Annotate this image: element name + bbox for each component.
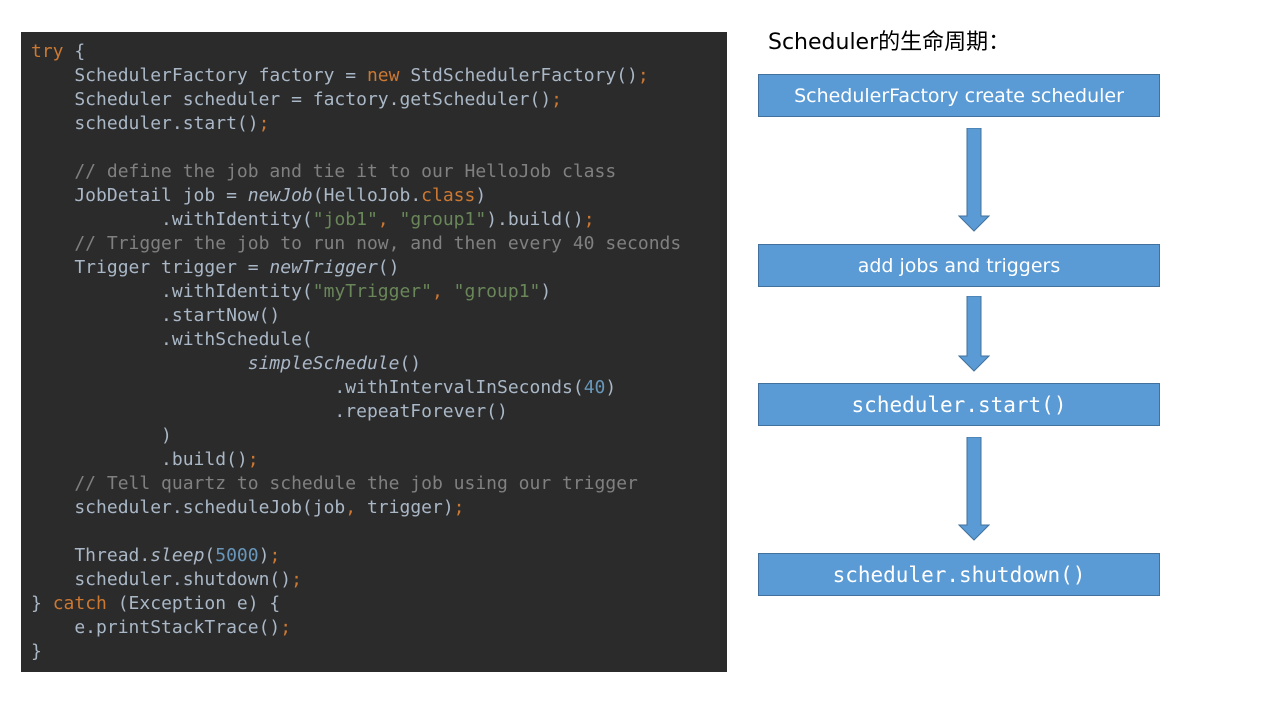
code-token: ) <box>605 377 617 398</box>
code-line: Thread.sleep(5000); <box>31 544 727 568</box>
code-line: .withSchedule( <box>31 328 727 352</box>
code-token: StdSchedulerFactory() <box>410 65 638 86</box>
code-line: Trigger trigger = newTrigger() <box>31 256 727 280</box>
step-scheduler-shutdown: scheduler.shutdown() <box>758 553 1160 596</box>
diagram-title: Scheduler的生命周期： <box>768 30 1011 55</box>
code-token: ; <box>258 113 270 134</box>
code-line: .withIdentity("myTrigger", "group1") <box>31 280 727 304</box>
code-line: ) <box>31 424 727 448</box>
code-token: ; <box>247 449 259 470</box>
code-token: .startNow() <box>31 305 281 326</box>
code-token: new <box>366 65 411 86</box>
code-token: newJob <box>247 185 313 206</box>
code-token: class <box>421 185 476 206</box>
code-token: ; <box>291 569 302 590</box>
code-token: .withIntervalInSeconds( <box>31 377 584 398</box>
code-line: scheduler.start(); <box>31 112 727 136</box>
code-token: (Exception e) { <box>117 593 281 614</box>
code-token: (HelloJob. <box>312 185 422 206</box>
code-token: Trigger trigger = <box>31 257 270 278</box>
code-token: catch <box>52 593 118 614</box>
step-scheduler-start: scheduler.start() <box>758 383 1160 426</box>
code-token: , <box>345 497 367 518</box>
code-token: ( <box>204 545 216 566</box>
code-token: "group1" <box>453 281 541 302</box>
code-line: .repeatForever() <box>31 400 727 424</box>
code-token: e.printStackTrace() <box>31 617 281 638</box>
code-token: SchedulerFactory factory = <box>31 65 367 86</box>
down-arrow-icon <box>958 128 990 232</box>
code-token: () <box>399 353 422 374</box>
code-token: Scheduler scheduler = factory.getSchedul… <box>31 89 552 110</box>
step-add-jobs-triggers: add jobs and triggers <box>758 244 1160 287</box>
code-token: .withIdentity( <box>31 209 313 230</box>
code-token: .withIdentity( <box>31 281 313 302</box>
code-line: simpleSchedule() <box>31 352 727 376</box>
code-token: () <box>377 257 400 278</box>
code-token: ) <box>475 185 487 206</box>
code-line: .startNow() <box>31 304 727 328</box>
code-panel: try { SchedulerFactory factory = new Std… <box>21 32 727 672</box>
code-token: 40 <box>583 377 606 398</box>
code-token: "group1" <box>399 209 487 230</box>
code-token: } <box>31 593 53 614</box>
code-token: ; <box>453 497 465 518</box>
code-token: .repeatForever() <box>31 401 508 422</box>
slide: try { SchedulerFactory factory = new Std… <box>0 0 1280 720</box>
code-token: try <box>31 41 75 62</box>
code-token: , <box>377 209 400 230</box>
code-token: ; <box>551 89 563 110</box>
code-token: scheduler.scheduleJob(job <box>31 497 346 518</box>
code-line: SchedulerFactory factory = new StdSchedu… <box>31 64 727 88</box>
code-line: // Trigger the job to run now, and then … <box>31 232 727 256</box>
code-line: Scheduler scheduler = factory.getSchedul… <box>31 88 727 112</box>
code-line: e.printStackTrace(); <box>31 616 727 640</box>
code-token: "myTrigger" <box>312 281 432 302</box>
code-token: Thread. <box>31 545 151 566</box>
code-token: ) <box>31 425 172 446</box>
code-token: 5000 <box>215 545 259 566</box>
down-arrow-icon <box>958 296 990 372</box>
code-token: sleep <box>150 545 205 566</box>
code-token: ; <box>269 545 281 566</box>
code-token: trigger) <box>366 497 454 518</box>
code-token: ).build() <box>486 209 584 230</box>
code-token: // Trigger the job to run now, and then … <box>31 233 682 254</box>
code-token: { <box>74 41 86 62</box>
code-line: try { <box>31 40 727 64</box>
code-token: // Tell quartz to schedule the job using… <box>31 473 638 494</box>
code-token: newTrigger <box>269 257 378 278</box>
code-token: ) <box>258 545 270 566</box>
code-token: , <box>431 281 454 302</box>
code-line: scheduler.scheduleJob(job, trigger); <box>31 496 727 520</box>
code-token: scheduler.start() <box>31 113 259 134</box>
code-token: simpleSchedule <box>247 353 400 374</box>
code-token: scheduler.shutdown() <box>31 569 292 590</box>
code-token: .build() <box>31 449 248 470</box>
code-token: ; <box>583 209 595 230</box>
code-token: ; <box>637 65 649 86</box>
code-token: "job1" <box>312 209 378 230</box>
down-arrow-icon <box>958 437 990 541</box>
code-token: ) <box>540 281 552 302</box>
code-token: } <box>31 641 42 662</box>
code-token: JobDetail job = <box>31 185 248 206</box>
code-token: .withSchedule( <box>31 329 313 350</box>
code-line: .withIdentity("job1", "group1").build(); <box>31 208 727 232</box>
code-line: } catch (Exception e) { <box>31 592 727 616</box>
code-line: JobDetail job = newJob(HelloJob.class) <box>31 184 727 208</box>
code-line: .withIntervalInSeconds(40) <box>31 376 727 400</box>
code-token: ; <box>280 617 292 638</box>
step-create-scheduler: SchedulerFactory create scheduler <box>758 74 1160 117</box>
code-token: // define the job and tie it to our Hell… <box>31 161 617 182</box>
code-line: } <box>31 640 727 664</box>
code-line: .build(); <box>31 448 727 472</box>
code-line: // Tell quartz to schedule the job using… <box>31 472 727 496</box>
code-line: scheduler.shutdown(); <box>31 568 727 592</box>
code-line: // define the job and tie it to our Hell… <box>31 160 727 184</box>
